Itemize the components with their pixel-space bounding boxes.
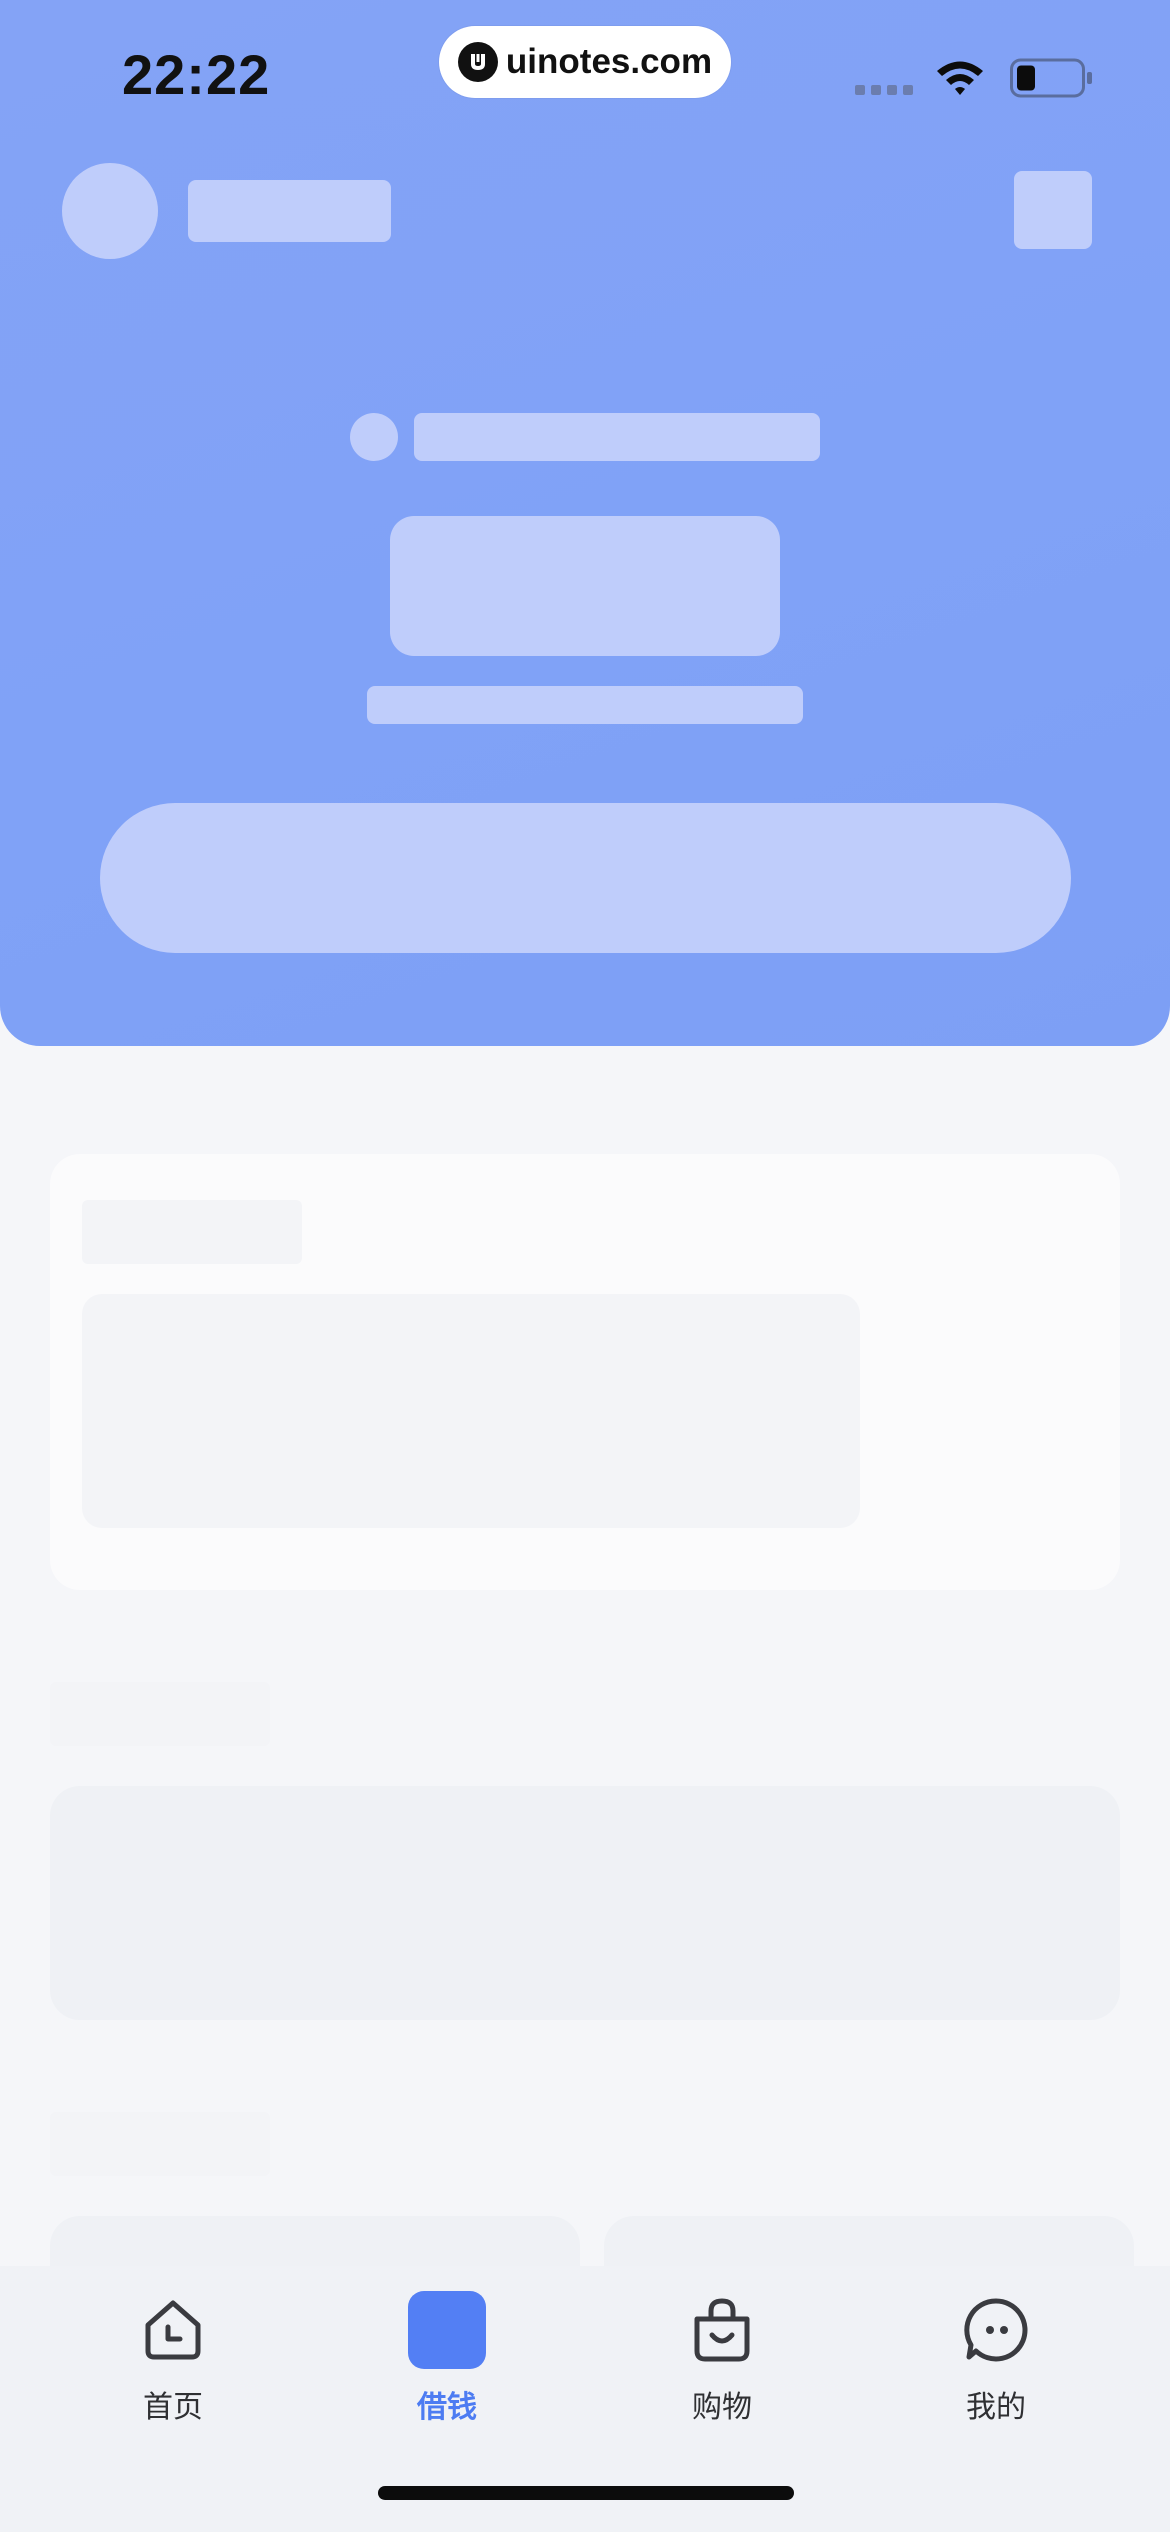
limit-label-placeholder [414,413,820,461]
borrow-button-placeholder[interactable] [100,803,1071,953]
battery-icon [1010,58,1094,98]
section-title-placeholder [50,1682,270,1746]
limit-label-dot-placeholder [350,413,398,461]
tab-shopping[interactable]: 购物 [642,2290,802,2426]
tab-profile-label: 我的 [966,2390,1026,2425]
tab-profile[interactable]: 我的 [916,2290,1076,2426]
status-time: 22:22 [122,43,271,106]
tab-borrow[interactable]: 借钱 [367,2290,527,2426]
borrow-icon [407,2290,487,2370]
shopping-bag-icon [682,2290,762,2370]
home-icon [133,2290,213,2370]
wifi-icon [935,58,985,98]
watermark-pill: uinotes.com [439,26,731,98]
home-indicator[interactable] [378,2486,794,2500]
chat-profile-icon [956,2290,1036,2370]
avatar-placeholder [62,163,158,259]
section-title-placeholder-2 [50,2112,270,2176]
card-title-placeholder [82,1200,302,1264]
username-placeholder [188,180,391,242]
watermark-logo-icon [457,42,498,82]
cellular-signal-icon [855,85,915,95]
tab-borrow-label: 借钱 [417,2390,477,2425]
section-card-placeholder [50,1786,1120,2020]
card-body-placeholder [82,1294,860,1528]
limit-amount-placeholder [390,516,780,656]
tab-home[interactable]: 首页 [93,2290,253,2426]
header-action-placeholder[interactable] [1014,171,1092,249]
limit-subtext-placeholder [367,686,803,724]
watermark-text: uinotes.com [505,42,713,81]
tab-home-label: 首页 [143,2390,203,2425]
tab-shopping-label: 购物 [692,2390,752,2425]
